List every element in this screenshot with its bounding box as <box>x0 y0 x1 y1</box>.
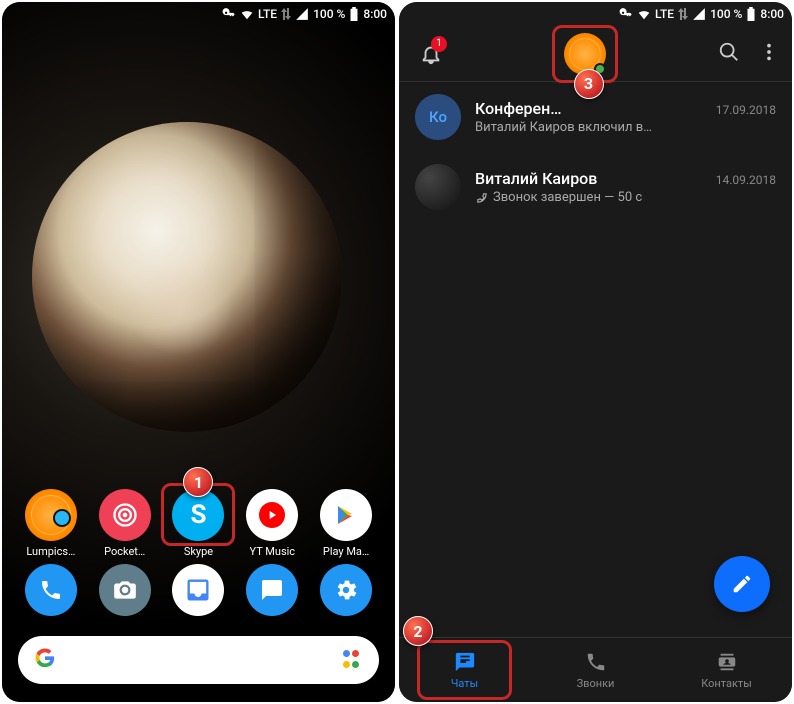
search-button[interactable] <box>718 41 740 67</box>
camera-icon <box>99 564 151 616</box>
search-icon <box>718 41 740 63</box>
chat-name: Виталий Каиров <box>475 169 597 188</box>
app-label: Lumpics… <box>26 545 75 558</box>
network-label: LTE <box>655 7 674 21</box>
wifi-icon <box>637 7 651 21</box>
contact-avatar <box>415 164 461 210</box>
status-bar: LTE 100 % 8:00 <box>399 2 792 26</box>
messages-icon <box>246 564 298 616</box>
notifications-button[interactable]: 1 <box>411 34 451 74</box>
battery-icon <box>349 7 359 21</box>
nav-chats[interactable]: 2 Чаты <box>399 638 530 702</box>
clock: 8:00 <box>760 7 784 21</box>
signal-icon <box>295 7 309 21</box>
dock-row <box>2 564 395 616</box>
more-menu-button[interactable] <box>758 41 780 67</box>
app-settings[interactable] <box>313 564 379 616</box>
app-label: Pocket… <box>104 545 145 558</box>
phone-home-screen: LTE 100 % 8:00 Lumpics… Pocket… 1 S <box>2 2 395 702</box>
profile-avatar-button[interactable]: 3 <box>564 33 606 75</box>
app-camera[interactable] <box>92 564 158 616</box>
app-messages[interactable] <box>239 564 305 616</box>
pocket-casts-icon <box>99 489 151 541</box>
chat-date: 14.09.2018 <box>716 173 776 187</box>
nav-label: Звонки <box>577 677 615 690</box>
chat-item-vitaly[interactable]: Виталий Каиров 14.09.2018 Звонок заверше… <box>399 152 792 222</box>
signal-icon <box>692 7 706 21</box>
chat-subtitle: Виталий Каиров включил в… <box>475 120 776 135</box>
yt-music-icon <box>246 489 298 541</box>
nav-calls[interactable]: Звонки <box>530 638 661 702</box>
compose-fab[interactable] <box>714 556 770 612</box>
inbox-icon <box>172 564 224 616</box>
more-vertical-icon <box>758 41 780 63</box>
app-row: Lumpics… Pocket… 1 S Skype YT Music Play… <box>2 489 395 558</box>
play-store-icon <box>320 489 372 541</box>
phone-icon <box>585 651 607 673</box>
phone-skype-screen: LTE 100 % 8:00 1 3 <box>399 2 792 702</box>
chat-list: Ко Конферен… 17.09.2018 Виталий Каиров в… <box>399 82 792 637</box>
assistant-icon[interactable] <box>343 650 363 670</box>
vpn-key-icon <box>222 7 236 21</box>
chat-name: Конферен… <box>475 99 562 118</box>
network-label: LTE <box>258 7 277 21</box>
notification-count-badge: 1 <box>431 36 447 52</box>
clock: 8:00 <box>363 7 387 21</box>
wifi-icon <box>240 7 254 21</box>
battery-icon <box>746 7 756 21</box>
orange-icon <box>25 489 77 541</box>
app-label: Play Ma… <box>323 545 369 558</box>
phone-icon <box>25 564 77 616</box>
step-2-badge: 2 <box>403 616 433 646</box>
gear-icon <box>320 564 372 616</box>
app-label: Skype <box>184 545 213 558</box>
pencil-icon <box>731 573 753 595</box>
app-inbox[interactable] <box>165 564 231 616</box>
google-logo-icon <box>34 647 56 673</box>
nav-label: Чаты <box>451 677 478 690</box>
app-pocket-casts[interactable]: Pocket… <box>92 489 158 558</box>
app-label: YT Music <box>250 545 296 558</box>
app-yt-music[interactable]: YT Music <box>239 489 305 558</box>
signal-arrows-icon <box>281 8 291 20</box>
vpn-key-icon <box>619 7 633 21</box>
app-play-store[interactable]: Play Ma… <box>313 489 379 558</box>
chat-icon <box>454 651 476 673</box>
orange-avatar-icon <box>564 33 606 75</box>
bottom-nav: 2 Чаты Звонки Контакты <box>399 637 792 702</box>
skype-header: 1 3 <box>399 26 792 82</box>
nav-label: Контакты <box>701 677 752 690</box>
app-lumpics[interactable]: Lumpics… <box>18 489 84 558</box>
chat-date: 17.09.2018 <box>716 103 776 117</box>
app-skype[interactable]: 1 S Skype <box>165 489 231 558</box>
conference-avatar: Ко <box>415 94 461 140</box>
step-3-badge: 3 <box>574 69 604 99</box>
telegram-badge-icon <box>53 509 71 527</box>
app-phone[interactable] <box>18 564 84 616</box>
contacts-icon <box>716 651 738 673</box>
chat-subtitle: Звонок завершен — 50 с <box>475 190 776 205</box>
call-end-icon <box>475 191 489 205</box>
battery-percent: 100 % <box>313 7 345 21</box>
status-bar: LTE 100 % 8:00 <box>2 2 395 26</box>
nav-contacts[interactable]: Контакты <box>661 638 792 702</box>
battery-percent: 100 % <box>710 7 742 21</box>
signal-arrows-icon <box>678 8 688 20</box>
google-search-bar[interactable] <box>18 636 379 684</box>
